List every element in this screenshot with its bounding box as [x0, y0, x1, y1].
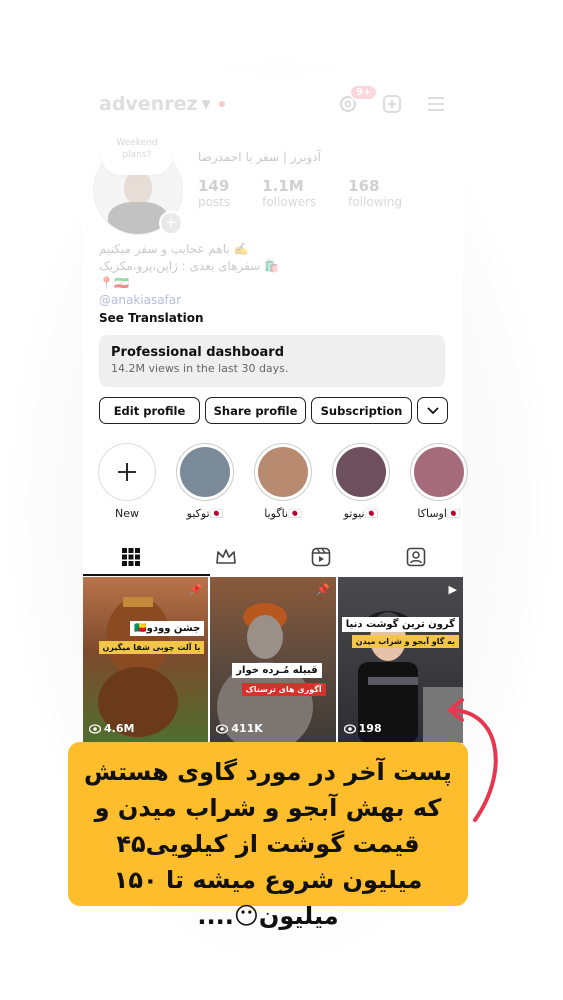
eye-icon — [343, 723, 356, 734]
plus-icon — [118, 463, 136, 481]
highlight-circle — [410, 443, 468, 501]
threads-button[interactable]: 9+ — [337, 84, 379, 115]
post-views: 411K — [216, 722, 263, 735]
tab-subscriptions[interactable] — [178, 537, 273, 577]
wooden-statue-image — [98, 597, 178, 737]
post-views: 198 — [343, 722, 382, 735]
post-view-count: 198 — [358, 722, 382, 735]
stat-label: followers — [262, 195, 317, 209]
instagram-profile-screen: advenrez ▼ 9+ Weekend plans? + آدونرز | … — [83, 75, 468, 745]
highlight-circle — [332, 443, 390, 501]
grid-icon — [121, 548, 140, 566]
username: advenrez — [99, 93, 198, 115]
bio-link[interactable]: @anakiasafar — [99, 292, 279, 309]
hamburger-icon — [428, 97, 444, 111]
tab-reels[interactable] — [273, 537, 368, 577]
chevron-down-icon: ▼ — [201, 97, 211, 111]
sadhu-image — [217, 603, 314, 743]
annotation-callout: پست آخر در مورد گاوی هستش که بهش آبجو و … — [68, 742, 468, 930]
stat-value: 168 — [348, 177, 380, 195]
highlight-new[interactable]: New — [97, 443, 157, 520]
highlight-item[interactable]: ناگویا🇯🇵 — [253, 443, 313, 520]
post-caption: جشن وودو🇧🇯 — [130, 621, 205, 636]
profile-actions: Edit profile Share profile Subscription — [99, 397, 448, 424]
post-view-count: 4.6M — [104, 722, 135, 735]
highlight-label: New — [115, 507, 139, 520]
share-profile-button[interactable]: Share profile — [205, 397, 306, 424]
professional-dashboard[interactable]: Professional dashboard 14.2M views in th… — [99, 335, 445, 387]
eye-icon — [216, 723, 229, 734]
post-subcaption: آگوری های ترسناک — [241, 683, 326, 696]
username-switcher[interactable]: advenrez ▼ — [99, 93, 225, 115]
create-button[interactable] — [381, 93, 403, 115]
stat-label: following — [348, 195, 403, 209]
highlight-label: نیوتو🇯🇵 — [343, 507, 379, 520]
posts-grid: 📌 جشن وودو🇧🇯 با آلت چوبی شفا میگیرن 4.6M… — [83, 577, 463, 743]
post-views: 4.6M — [89, 722, 134, 735]
bio-line: باهم عجایب و سفر میکنیم ✍️ — [99, 242, 249, 256]
dashboard-title: Professional dashboard — [111, 345, 285, 360]
highlight-item[interactable]: توکیو🇯🇵 — [175, 443, 235, 520]
note-bubble[interactable]: Weekend plans? — [101, 133, 173, 175]
highlight-circle — [254, 443, 312, 501]
eye-icon — [89, 723, 101, 734]
reel-icon: ▶ — [448, 583, 457, 596]
add-story-plus-icon[interactable]: + — [159, 211, 183, 235]
see-translation-link[interactable]: See Translation — [99, 311, 204, 325]
highlight-circle — [176, 443, 234, 501]
tagged-icon — [406, 547, 425, 567]
crown-icon — [215, 549, 236, 564]
pin-icon: 📌 — [315, 583, 330, 596]
post-caption: گرون ترین گوشت دنیا — [341, 617, 459, 632]
bio-line: سفرهای بعدی : ژاپن،پرو،مکزیک 🛍️ — [99, 259, 280, 273]
bio: باهم عجایب و سفر میکنیم ✍️ سفرهای بعدی :… — [99, 241, 279, 309]
top-bar: advenrez ▼ 9+ — [99, 84, 447, 117]
highlight-item[interactable]: اوساکا🇯🇵 — [409, 443, 469, 520]
dashboard-subtitle: 14.2M views in the last 30 days. — [111, 362, 289, 375]
post-tile[interactable]: 📌 قبیله مُـرده خوار آگوری های ترسناک 411… — [210, 577, 336, 743]
active-tab-indicator — [83, 574, 210, 576]
story-highlights: New توکیو🇯🇵 ناگویا🇯🇵 نیوتو🇯🇵 اوساکا🇯🇵 — [97, 443, 469, 520]
profile-tabs — [83, 537, 463, 577]
notification-badge: 9+ — [349, 84, 379, 101]
stat-label: posts — [198, 195, 231, 209]
post-subcaption: با آلت چوبی شفا میگیرن — [98, 641, 205, 654]
full-name: آدونرز | سفر با احمدرضا — [198, 150, 321, 164]
new-highlight-circle — [98, 443, 156, 501]
stat-following[interactable]: 168 following — [348, 177, 402, 209]
pin-icon: 📌 — [188, 583, 203, 596]
highlight-label: ناگویا🇯🇵 — [264, 507, 302, 520]
edit-profile-button[interactable]: Edit profile — [99, 397, 200, 424]
suggestions-button[interactable] — [417, 397, 448, 424]
post-subcaption: به گاو آبجو و شراب میدن — [351, 635, 459, 648]
reels-icon — [311, 547, 330, 567]
profile-stats: 149 posts 1.1M followers 168 following — [198, 177, 402, 209]
stat-value: 1.1M — [262, 177, 304, 195]
tab-tagged[interactable] — [368, 537, 463, 577]
profile-avatar-wrap[interactable]: Weekend plans? + — [93, 133, 183, 235]
plus-square-icon — [383, 95, 401, 113]
status-dot — [218, 101, 225, 107]
post-view-count: 411K — [231, 722, 263, 735]
chevron-down-icon — [426, 406, 439, 414]
highlight-label: اوساکا🇯🇵 — [417, 507, 461, 520]
stat-followers[interactable]: 1.1M followers — [262, 177, 316, 209]
menu-button[interactable] — [425, 93, 447, 115]
post-tile[interactable]: 📌 جشن وودو🇧🇯 با آلت چوبی شفا میگیرن 4.6M — [83, 577, 209, 743]
stat-value: 149 — [198, 177, 230, 195]
subscription-button[interactable]: Subscription — [311, 397, 412, 424]
stat-posts[interactable]: 149 posts — [198, 177, 230, 209]
highlight-label: توکیو🇯🇵 — [186, 507, 224, 520]
highlight-item[interactable]: نیوتو🇯🇵 — [331, 443, 391, 520]
bio-line: 📍🇮🇷 — [99, 276, 129, 290]
post-caption: قبیله مُـرده خوار — [232, 663, 322, 678]
tab-grid[interactable] — [83, 537, 178, 577]
